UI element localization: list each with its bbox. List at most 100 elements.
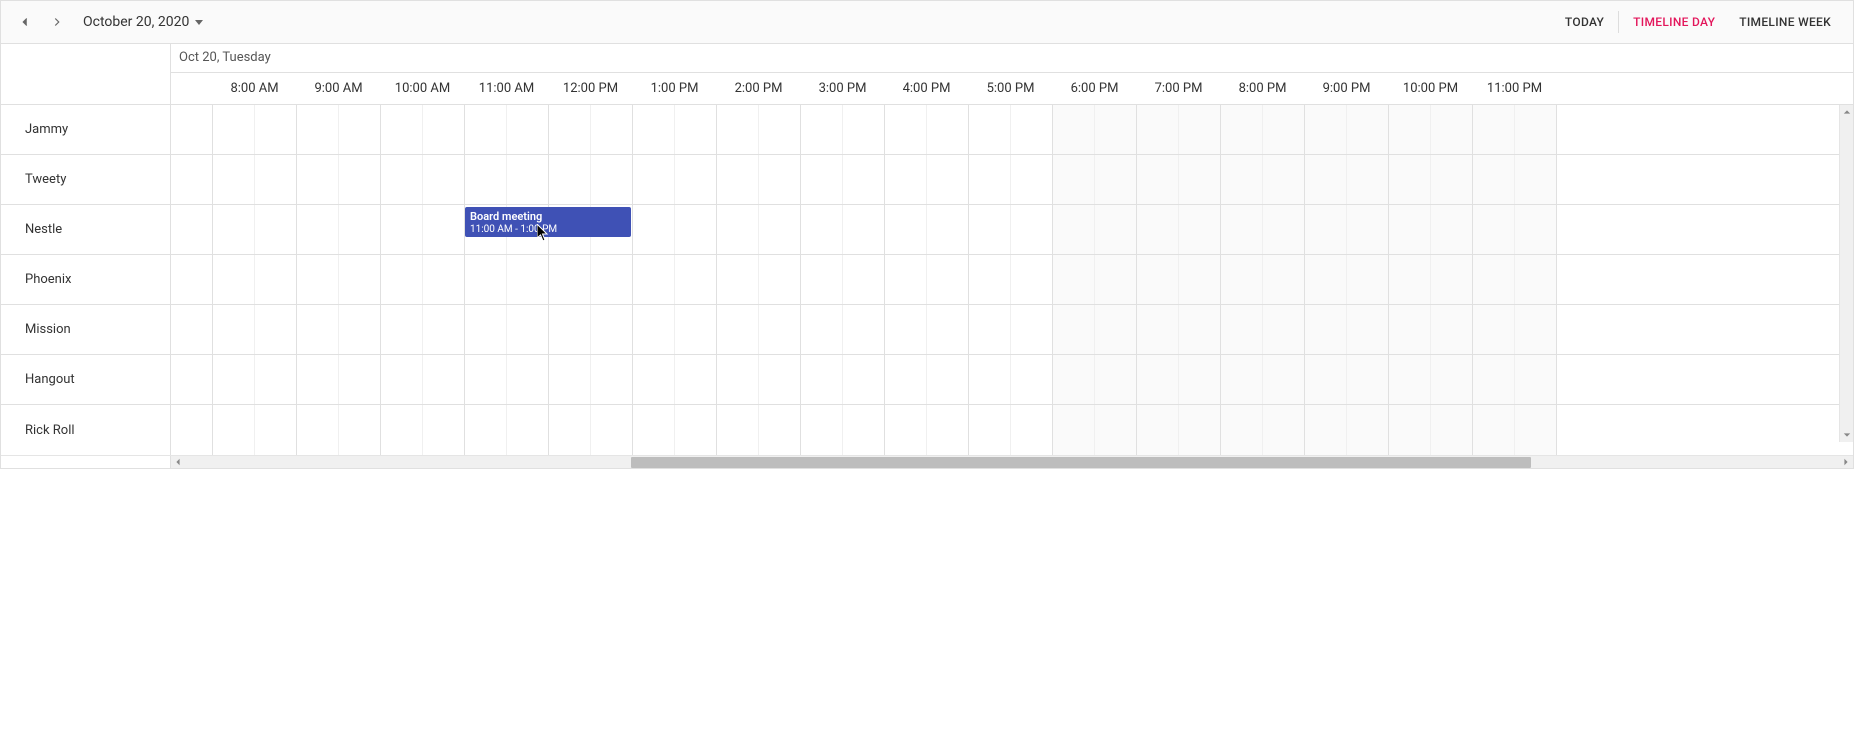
timeline-cell[interactable] [465,405,507,455]
timeline-cell[interactable] [927,305,969,354]
timeline-cell[interactable] [1305,405,1347,455]
timeline-cell[interactable] [633,355,675,404]
timeline-cell[interactable] [255,105,297,154]
timeline-cell[interactable] [633,255,675,304]
timeline-cell[interactable] [1137,105,1179,154]
timeline-cell[interactable] [591,355,633,404]
timeline-cell[interactable] [1347,105,1389,154]
timeline-cell[interactable] [759,155,801,204]
timeline-cell[interactable] [591,305,633,354]
timeline-cell[interactable] [1473,405,1515,455]
timeline-cell[interactable] [1431,355,1473,404]
timeline-cell[interactable] [1011,105,1053,154]
timeline-cell[interactable] [1137,255,1179,304]
timeline-cell[interactable] [213,155,255,204]
timeline-cell[interactable] [381,355,423,404]
timeline-cell[interactable] [927,255,969,304]
timeline-cell[interactable] [255,355,297,404]
timeline-cell[interactable] [1179,105,1221,154]
timeline-cell[interactable] [171,105,213,154]
timeline-cell[interactable] [171,155,213,204]
timeline-cell[interactable] [969,205,1011,254]
timeline-cell[interactable] [759,305,801,354]
timeline-cell[interactable] [717,305,759,354]
timeline-cell[interactable] [1221,105,1263,154]
timeline-cell[interactable] [423,155,465,204]
timeline-cell[interactable] [423,305,465,354]
scroll-down-button[interactable] [1840,428,1853,442]
timeline-cell[interactable] [717,405,759,455]
timeline-cell[interactable] [381,405,423,455]
resource-row[interactable]: Nestle [1,205,170,255]
timeline-cell[interactable] [591,405,633,455]
timeline-cell[interactable] [1095,255,1137,304]
timeline-cell[interactable] [675,155,717,204]
timeline-cell[interactable] [549,305,591,354]
timeline-cell[interactable] [1179,205,1221,254]
timeline-cell[interactable] [381,205,423,254]
timeline-row[interactable] [171,105,1853,155]
timeline-cell[interactable] [507,405,549,455]
timeline-cell[interactable] [1137,205,1179,254]
timeline-cell[interactable] [759,355,801,404]
timeline-cell[interactable] [549,355,591,404]
timeline-cell[interactable] [1347,305,1389,354]
timeline-cell[interactable] [633,105,675,154]
next-button[interactable] [43,8,71,36]
timeline-cell[interactable] [801,155,843,204]
timeline-cell[interactable] [1473,355,1515,404]
timeline-cell[interactable] [423,255,465,304]
prev-button[interactable] [11,8,39,36]
timeline-cell[interactable] [1137,405,1179,455]
timeline-cell[interactable] [423,205,465,254]
timeline-cell[interactable] [1221,405,1263,455]
timeline-cell[interactable] [297,255,339,304]
timeline-cell[interactable] [717,205,759,254]
timeline-cell[interactable] [171,255,213,304]
timeline-cell[interactable] [423,405,465,455]
timeline-cell[interactable] [1347,405,1389,455]
timeline-cell[interactable] [1431,105,1473,154]
timeline-cell[interactable] [969,355,1011,404]
timeline-cell[interactable] [1053,155,1095,204]
timeline-cell[interactable] [507,355,549,404]
timeline-cell[interactable] [1305,105,1347,154]
timeline-cell[interactable] [507,255,549,304]
timeline-cell[interactable] [549,405,591,455]
timeline-cell[interactable] [633,155,675,204]
timeline-cell[interactable] [969,105,1011,154]
timeline-cell[interactable] [1473,105,1515,154]
timeline-cell[interactable] [927,105,969,154]
resource-row[interactable]: Hangout [1,355,170,405]
timeline-cell[interactable] [1011,205,1053,254]
timeline-cell[interactable] [675,305,717,354]
timeline-cell[interactable] [1473,305,1515,354]
timeline-cell[interactable] [1263,405,1305,455]
timeline-row[interactable] [171,255,1853,305]
timeline-cell[interactable] [1011,305,1053,354]
timeline-cell[interactable] [1095,155,1137,204]
timeline-grid[interactable]: Board meeting11:00 AM - 1:00 PM [171,105,1853,455]
timeline-cell[interactable] [1053,205,1095,254]
timeline-cell[interactable] [1515,255,1557,304]
timeline-cell[interactable] [339,155,381,204]
timeline-cell[interactable] [927,155,969,204]
timeline-cell[interactable] [213,255,255,304]
timeline-cell[interactable] [507,305,549,354]
timeline-cell[interactable] [675,205,717,254]
timeline-cell[interactable] [675,355,717,404]
timeline-cell[interactable] [465,255,507,304]
timeline-cell[interactable] [255,205,297,254]
timeline-cell[interactable] [1263,205,1305,254]
timeline-cell[interactable] [927,205,969,254]
timeline-cell[interactable] [1305,205,1347,254]
timeline-cell[interactable] [591,155,633,204]
timeline-cell[interactable] [843,255,885,304]
timeline-cell[interactable] [1431,305,1473,354]
timeline-cell[interactable] [717,155,759,204]
timeline-cell[interactable] [297,205,339,254]
timeline-cell[interactable] [843,305,885,354]
timeline-cell[interactable] [549,155,591,204]
timeline-cell[interactable] [1053,305,1095,354]
timeline-cell[interactable] [843,355,885,404]
